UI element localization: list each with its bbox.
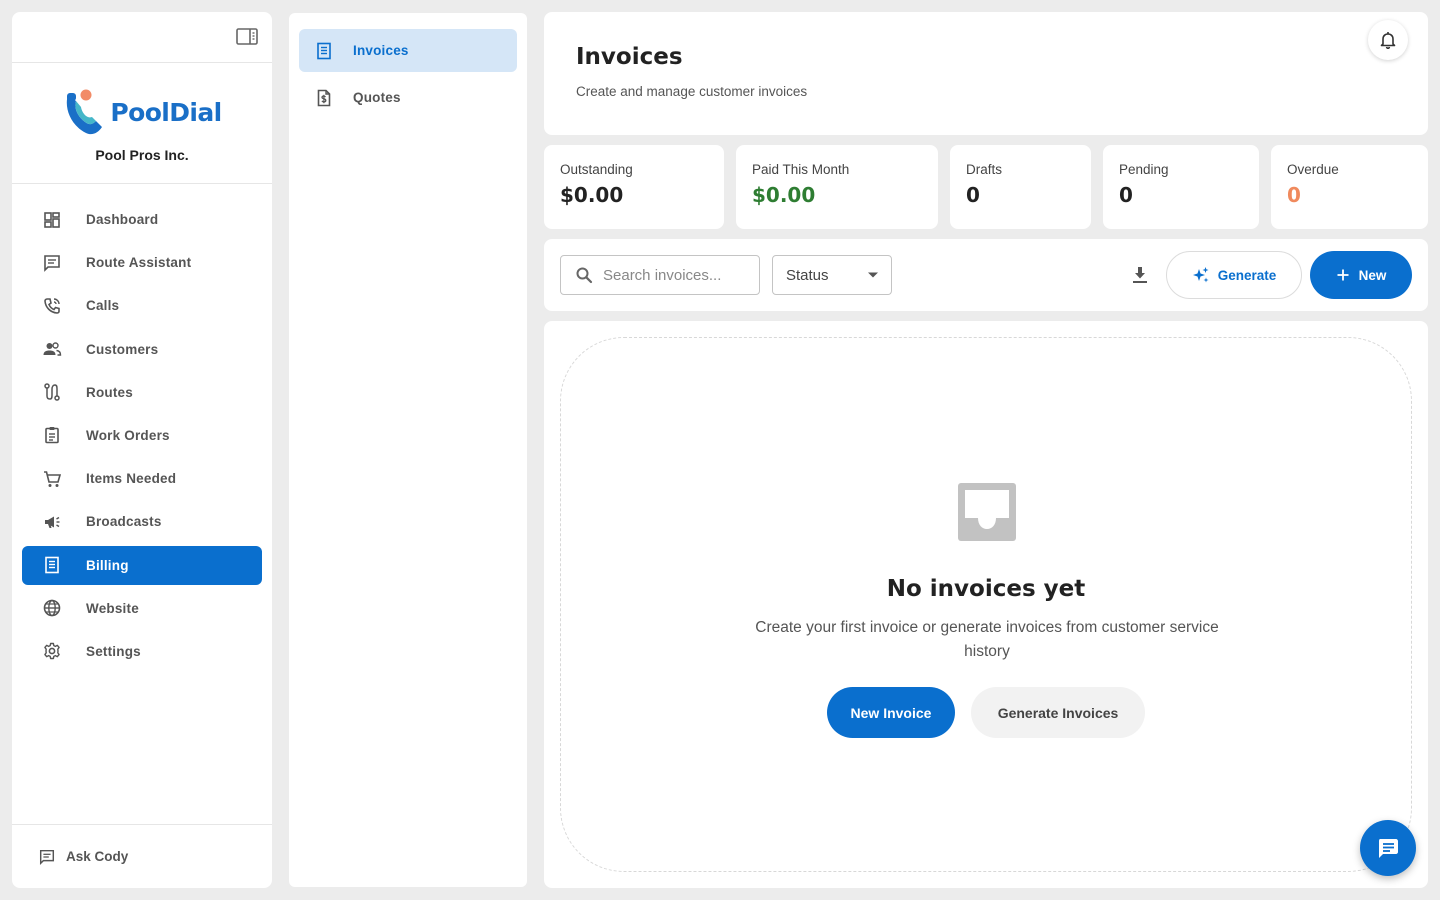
sidebar-item-label: Broadcasts: [86, 514, 162, 530]
cart-icon: [44, 470, 62, 487]
search-box[interactable]: [560, 255, 760, 295]
sidebar: PoolDial Pool Pros Inc. Dashboard Route …: [12, 12, 272, 888]
empty-state: No invoices yet Create your first invoic…: [560, 337, 1412, 872]
stat-label: Pending: [1119, 162, 1169, 177]
sidebar-item-label: Dashboard: [86, 212, 159, 227]
page-title: Invoices: [576, 44, 683, 70]
receipt-icon: [317, 42, 331, 59]
stat-label: Paid This Month: [752, 162, 850, 177]
main-nav: Dashboard Route Assistant Calls Customer…: [12, 184, 272, 671]
phone-icon: [44, 298, 60, 314]
stat-value: $0.00: [752, 183, 816, 207]
billing-subnav: Invoices Quotes: [289, 13, 527, 887]
empty-state-title: No invoices yet: [886, 576, 1086, 602]
stat-value: 0: [1287, 183, 1301, 207]
sidebar-item-calls[interactable]: Calls: [22, 286, 262, 325]
ask-cody-button[interactable]: Ask Cody: [12, 824, 272, 888]
route-icon: [44, 383, 60, 401]
page-subtitle: Create and manage customer invoices: [576, 84, 808, 99]
stat-label: Drafts: [966, 162, 1003, 177]
clipboard-icon: [45, 427, 59, 444]
sidebar-item-work-orders[interactable]: Work Orders: [22, 416, 262, 455]
sidebar-item-label: Items Needed: [86, 471, 177, 487]
sidebar-item-route-assistant[interactable]: Route Assistant: [22, 243, 262, 282]
dollar-document-icon: [317, 89, 331, 106]
gear-icon: [44, 643, 60, 660]
status-filter-select[interactable]: Status: [772, 255, 892, 295]
logo-text: PoolDial: [110, 97, 222, 127]
page-header: Invoices Create and manage customer invo…: [544, 12, 1428, 135]
bell-icon: [1380, 32, 1396, 50]
stat-card-paid-this-month: Paid This Month $0.00: [736, 145, 938, 229]
globe-icon: [43, 599, 61, 617]
inbox-icon: [958, 483, 1016, 541]
stat-label: Outstanding: [560, 162, 633, 177]
sidebar-item-website[interactable]: Website: [22, 589, 262, 628]
stat-value: $0.00: [560, 183, 624, 207]
sidebar-item-customers[interactable]: Customers: [22, 330, 262, 369]
subnav-item-label: Invoices: [353, 43, 409, 58]
people-icon: [43, 342, 62, 356]
chat-icon: [1379, 839, 1398, 858]
pooldial-logo-icon: [67, 89, 103, 135]
stat-card-drafts: Drafts 0: [950, 145, 1091, 229]
brand-section: PoolDial Pool Pros Inc.: [12, 63, 272, 184]
generate-button[interactable]: Generate: [1166, 251, 1302, 299]
new-button[interactable]: New: [1310, 251, 1412, 299]
subnav-item-invoices[interactable]: Invoices: [299, 29, 517, 72]
logo: PoolDial: [12, 63, 272, 139]
company-name: Pool Pros Inc.: [95, 147, 189, 163]
ask-cody-label: Ask Cody: [66, 849, 129, 864]
sidebar-item-label: Website: [86, 600, 139, 616]
download-icon: [1133, 267, 1147, 283]
search-input[interactable]: [603, 266, 753, 284]
status-select-label: Status: [786, 266, 829, 284]
new-button-label: New: [1358, 267, 1387, 283]
generate-button-label: Generate: [1217, 267, 1277, 283]
download-button[interactable]: [1128, 263, 1152, 287]
plus-icon: [1337, 269, 1349, 281]
stat-label: Overdue: [1287, 162, 1339, 177]
stat-card-overdue: Overdue 0: [1271, 145, 1428, 229]
sidebar-item-label: Calls: [86, 298, 120, 314]
chat-fab-button[interactable]: [1360, 820, 1416, 876]
sidebar-top: [12, 12, 272, 63]
sparkle-icon: [1192, 267, 1209, 283]
sidebar-item-items-needed[interactable]: Items Needed: [22, 459, 262, 498]
dashboard-icon: [44, 211, 60, 228]
sidebar-item-broadcasts[interactable]: Broadcasts: [22, 502, 262, 541]
sidebar-toggle-icon[interactable]: [236, 27, 258, 47]
invoice-list-area: No invoices yet Create your first invoic…: [544, 321, 1428, 888]
empty-state-description: Create your first invoice or generate in…: [755, 619, 1219, 660]
sidebar-item-label: Customers: [86, 341, 159, 357]
chat-icon: [44, 254, 60, 272]
caret-down-icon: [868, 272, 878, 278]
new-invoice-button[interactable]: New Invoice: [827, 687, 955, 738]
chat-icon: [39, 849, 55, 865]
sidebar-item-label: Billing: [86, 557, 129, 573]
subnav-item-label: Quotes: [353, 90, 401, 105]
stat-card-outstanding: Outstanding $0.00: [544, 145, 724, 229]
sidebar-item-label: Work Orders: [86, 427, 170, 443]
sidebar-item-billing[interactable]: Billing: [22, 545, 262, 585]
sidebar-item-label: Route Assistant: [86, 255, 192, 271]
sidebar-item-routes[interactable]: Routes: [22, 373, 262, 412]
sidebar-item-label: Settings: [86, 643, 141, 659]
stat-value: 0: [1119, 183, 1133, 207]
sidebar-item-settings[interactable]: Settings: [22, 632, 262, 671]
sidebar-item-label: Routes: [86, 384, 133, 400]
notifications-button[interactable]: [1368, 20, 1408, 60]
receipt-icon: [45, 556, 59, 574]
invoice-toolbar: Status Generate New: [544, 239, 1428, 311]
sidebar-item-dashboard[interactable]: Dashboard: [22, 200, 262, 239]
search-icon: [576, 267, 593, 284]
megaphone-icon: [45, 516, 60, 528]
stat-value: 0: [966, 183, 980, 207]
stat-card-pending: Pending 0: [1103, 145, 1259, 229]
subnav-item-quotes[interactable]: Quotes: [299, 76, 517, 119]
generate-invoices-button[interactable]: Generate Invoices: [971, 687, 1145, 738]
